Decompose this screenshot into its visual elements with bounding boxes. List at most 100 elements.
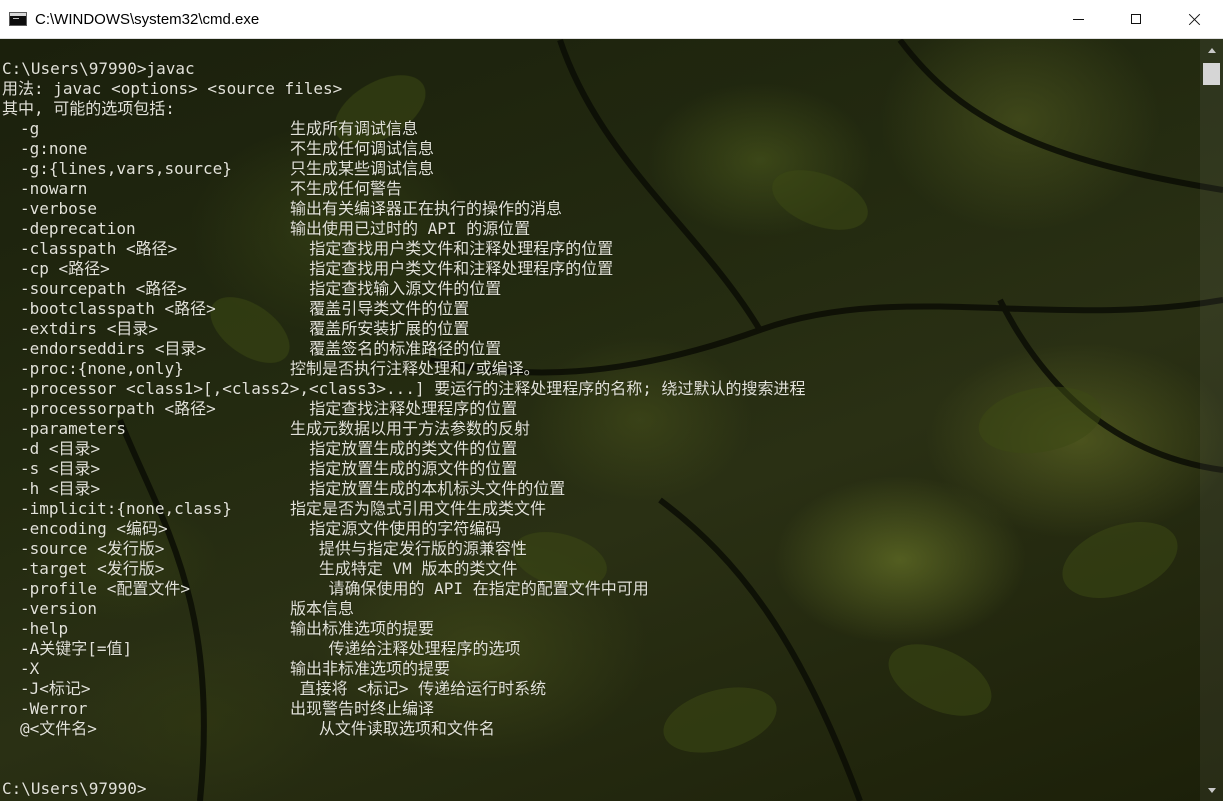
option-description: 覆盖所安装扩展的位置 (290, 319, 470, 338)
option-description: 直接将 <标记> 传递给运行时系统 (290, 679, 547, 698)
option-flag: -proc:{none,only} (20, 359, 184, 378)
usage-line: 用法: javac <options> <source files> (2, 79, 343, 98)
option-description: 提供与指定发行版的源兼容性 (290, 539, 527, 558)
option-description: 指定放置生成的类文件的位置 (290, 439, 518, 458)
option-line: -d <目录> 指定放置生成的类文件的位置 (2, 439, 1200, 459)
scroll-down-button[interactable] (1200, 781, 1223, 799)
option-line: -nowarn 不生成任何警告 (2, 179, 1200, 199)
option-line: -parameters 生成元数据以用于方法参数的反射 (2, 419, 1200, 439)
option-flag: -verbose (20, 199, 98, 218)
option-description: 指定是否为隐式引用文件生成类文件 (290, 499, 547, 518)
option-flag: -sourcepath <路径> (20, 279, 187, 298)
option-line: -bootclasspath <路径> 覆盖引导类文件的位置 (2, 299, 1200, 319)
option-flag: -A关键字[=值] (20, 639, 133, 658)
option-line: -X 输出非标准选项的提要 (2, 659, 1200, 679)
option-description: 覆盖引导类文件的位置 (290, 299, 470, 318)
final-prompt: C:\Users\97990> (2, 779, 147, 798)
option-flag: -g (20, 119, 40, 138)
option-line: -Werror 出现警告时终止编译 (2, 699, 1200, 719)
option-line: -profile <配置文件> 请确保使用的 API 在指定的配置文件中可用 (2, 579, 1200, 599)
option-description: 生成特定 VM 版本的类文件 (290, 559, 518, 578)
option-description: 输出非标准选项的提要 (290, 659, 451, 678)
option-description: 指定查找用户类文件和注释处理程序的位置 (290, 259, 614, 278)
option-line: -verbose 输出有关编译器正在执行的操作的消息 (2, 199, 1200, 219)
option-line: -implicit:{none,class} 指定是否为隐式引用文件生成类文件 (2, 499, 1200, 519)
option-line: -deprecation 输出使用已过时的 API 的源位置 (2, 219, 1200, 239)
close-icon (1188, 13, 1201, 26)
option-line: -A关键字[=值] 传递给注释处理程序的选项 (2, 639, 1200, 659)
option-line: -classpath <路径> 指定查找用户类文件和注释处理程序的位置 (2, 239, 1200, 259)
option-flag: -help (20, 619, 69, 638)
option-description: 不生成任何调试信息 (290, 139, 435, 158)
option-description: 覆盖签名的标准路径的位置 (290, 339, 502, 358)
option-line: -g:none 不生成任何调试信息 (2, 139, 1200, 159)
option-line: -processor <class1>[,<class2>,<class3>..… (2, 379, 1200, 399)
option-flag: -processorpath <路径> (20, 399, 216, 418)
option-flag: -g:none (20, 139, 88, 158)
option-description: 请确保使用的 API 在指定的配置文件中可用 (290, 579, 649, 598)
option-flag: -bootclasspath <路径> (20, 299, 216, 318)
option-description: 要运行的注释处理程序的名称; 绕过默认的搜索进程 (424, 379, 806, 398)
options-list: -g 生成所有调试信息 -g:none 不生成任何调试信息 -g:{lines,vars… (2, 119, 1200, 739)
option-flag: -X (20, 659, 40, 678)
option-flag: -classpath <路径> (20, 239, 178, 258)
title-bar[interactable]: C:\WINDOWS\system32\cmd.exe (0, 0, 1223, 39)
option-line: -s <目录> 指定放置生成的源文件的位置 (2, 459, 1200, 479)
scrollbar-thumb[interactable] (1203, 63, 1220, 85)
option-flag: -encoding <编码> (20, 519, 168, 538)
scroll-up-button[interactable] (1200, 41, 1223, 59)
console-output[interactable]: C:\Users\97990>javac 用法: javac <options>… (0, 39, 1200, 801)
option-line: -target <发行版> 生成特定 VM 版本的类文件 (2, 559, 1200, 579)
option-description: 指定查找用户类文件和注释处理程序的位置 (290, 239, 614, 258)
option-description: 控制是否执行注释处理和/或编译。 (290, 359, 540, 378)
option-line: -h <目录> 指定放置生成的本机标头文件的位置 (2, 479, 1200, 499)
console-icon (9, 12, 27, 26)
scroll-up-arrow-icon (1207, 47, 1216, 53)
option-line: -proc:{none,only} 控制是否执行注释处理和/或编译。 (2, 359, 1200, 379)
option-description: 不生成任何警告 (290, 179, 403, 198)
maximize-button[interactable] (1107, 0, 1165, 38)
minimize-button[interactable] (1049, 0, 1107, 38)
option-flag: -J<标记> (20, 679, 91, 698)
option-line: @<文件名> 从文件读取选项和文件名 (2, 719, 1200, 739)
option-description: 从文件读取选项和文件名 (290, 719, 495, 738)
option-line: -help 输出标准选项的提要 (2, 619, 1200, 639)
option-description: 只生成某些调试信息 (290, 159, 435, 178)
option-description: 输出标准选项的提要 (290, 619, 435, 638)
option-flag: -s <目录> (20, 459, 101, 478)
option-line: -encoding <编码> 指定源文件使用的字符编码 (2, 519, 1200, 539)
option-line: -g:{lines,vars,source} 只生成某些调试信息 (2, 159, 1200, 179)
option-description: 指定放置生成的源文件的位置 (290, 459, 518, 478)
option-description: 输出有关编译器正在执行的操作的消息 (290, 199, 563, 218)
prompt-line: C:\Users\97990>javac (2, 59, 195, 78)
close-button[interactable] (1165, 0, 1223, 38)
option-flag: -h <目录> (20, 479, 101, 498)
option-line: -cp <路径> 指定查找用户类文件和注释处理程序的位置 (2, 259, 1200, 279)
cmd-window: C:\WINDOWS\system32\cmd.exe C:\Users\979… (0, 0, 1223, 801)
option-flag: -source <发行版> (20, 539, 165, 558)
option-line: -source <发行版> 提供与指定发行版的源兼容性 (2, 539, 1200, 559)
option-flag: -parameters (20, 419, 126, 438)
options-header: 其中, 可能的选项包括: (2, 99, 175, 118)
option-flag: @<文件名> (20, 719, 97, 738)
option-flag: -profile <配置文件> (20, 579, 190, 598)
option-line: -g 生成所有调试信息 (2, 119, 1200, 139)
option-description: 指定查找注释处理程序的位置 (290, 399, 518, 418)
option-flag: -version (20, 599, 98, 618)
option-flag: -target <发行版> (20, 559, 165, 578)
option-flag: -implicit:{none,class} (20, 499, 232, 518)
option-flag: -nowarn (20, 179, 88, 198)
option-description: 出现警告时终止编译 (290, 699, 435, 718)
option-flag: -deprecation (20, 219, 136, 238)
option-description: 输出使用已过时的 API 的源位置 (290, 219, 531, 238)
option-description: 版本信息 (290, 599, 355, 618)
option-description: 指定查找输入源文件的位置 (290, 279, 502, 298)
minimize-icon (1072, 18, 1084, 20)
option-description: 生成元数据以用于方法参数的反射 (290, 419, 531, 438)
option-flag: -g:{lines,vars,source} (20, 159, 232, 178)
vertical-scrollbar[interactable] (1200, 39, 1223, 801)
option-line: -sourcepath <路径> 指定查找输入源文件的位置 (2, 279, 1200, 299)
